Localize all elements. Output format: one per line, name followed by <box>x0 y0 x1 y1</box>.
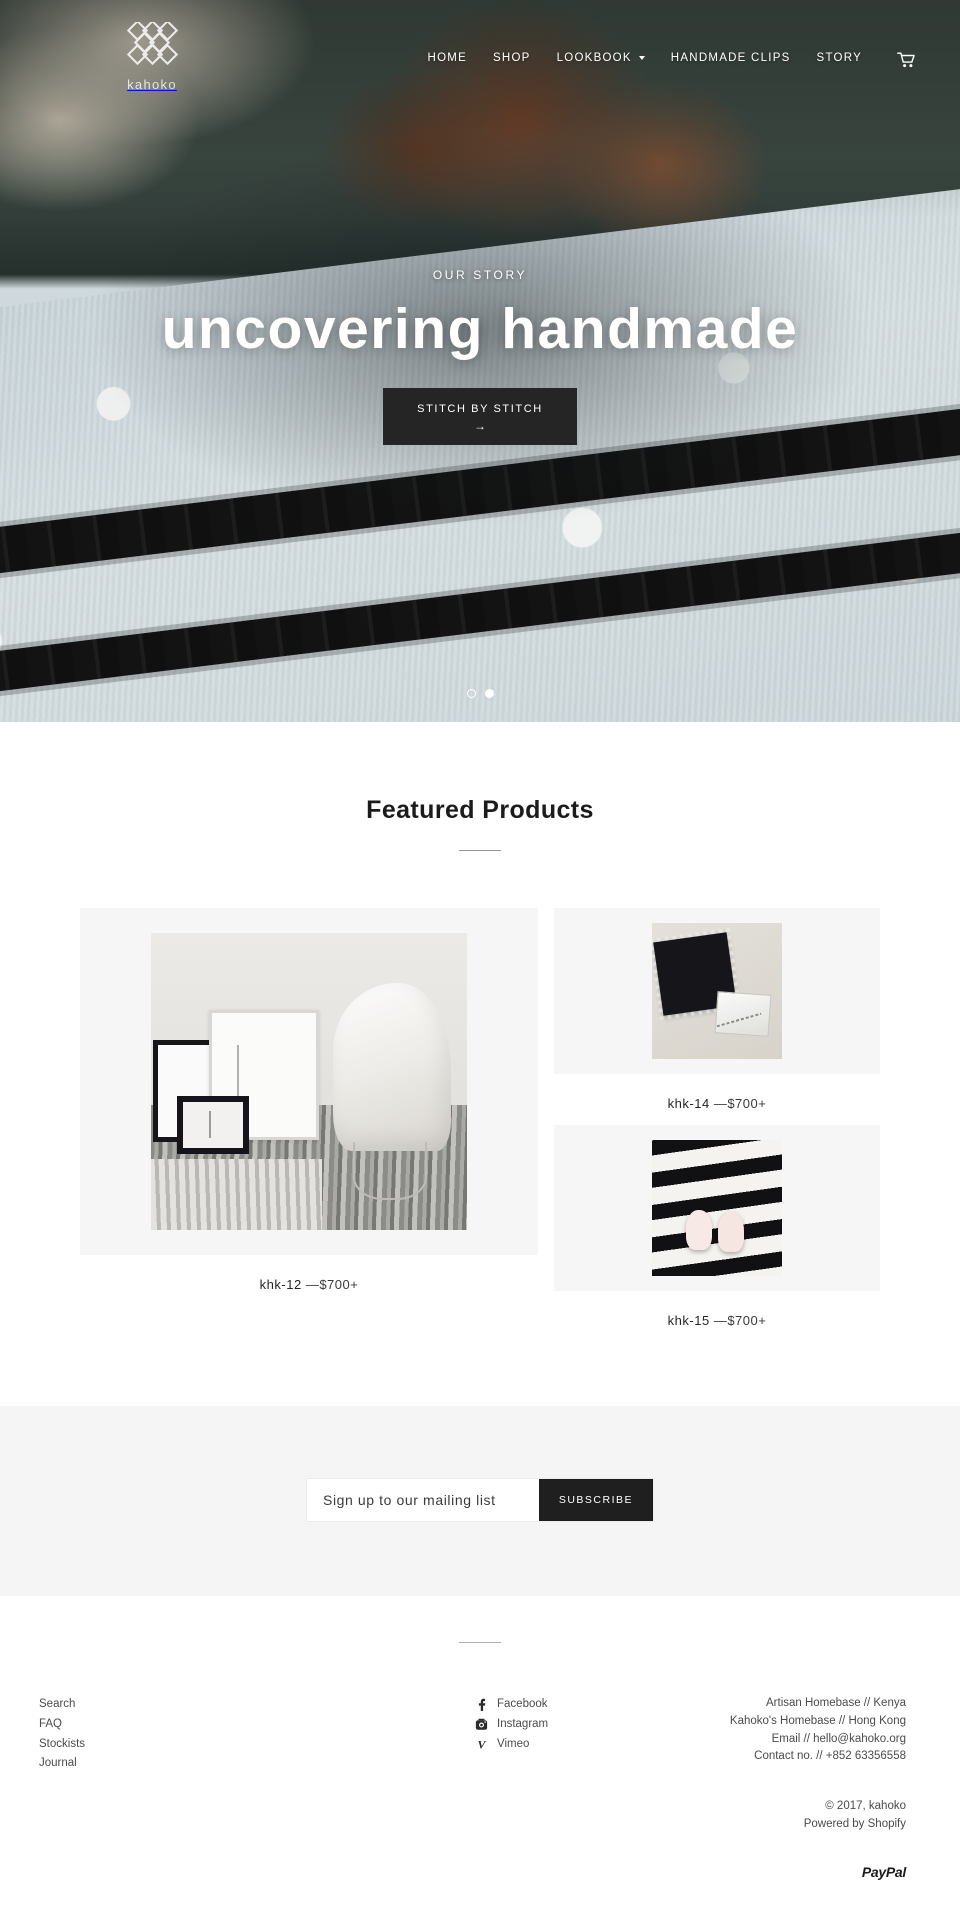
social-link-vimeo[interactable]: V Vimeo <box>475 1735 530 1755</box>
footer-link-search[interactable]: Search <box>39 1695 250 1715</box>
footer-link-journal[interactable]: Journal <box>39 1754 250 1774</box>
hero-eyebrow: OUR STORY <box>432 268 528 282</box>
footer-legal: © 2017, kahoko Powered by Shopify <box>30 1798 930 1834</box>
product-name: khk-14 <box>667 1096 710 1111</box>
payment-methods: PayPal <box>30 1864 930 1882</box>
facebook-icon <box>475 1698 488 1712</box>
nav-label: HANDMADE CLIPS <box>670 52 791 64</box>
contact-line-kahoko-homebase: Kahoko's Homebase // Hong Kong <box>729 1714 906 1727</box>
product-name: khk-15 <box>667 1313 710 1328</box>
vimeo-icon: V <box>475 1738 488 1751</box>
slider-dot-1[interactable] <box>466 689 476 698</box>
social-label: Vimeo <box>497 1737 530 1750</box>
footer-contact-column: Artisan Homebase // Kenya Kahoko's Homeb… <box>530 1695 930 1774</box>
hero-cta-label: STITCH BY STITCH <box>417 402 543 415</box>
footer-social-column: Facebook Instagram V Vimeo <box>250 1695 548 1774</box>
hero-slider: kahoko HOME SHOP LOOKBOOK HANDMADE CLIPS… <box>0 0 960 722</box>
nav-item-story[interactable]: STORY <box>804 46 875 70</box>
chevron-down-icon <box>638 56 645 60</box>
product-price: —$700+ <box>305 1277 359 1292</box>
shopping-cart-icon <box>897 52 915 68</box>
site-header: kahoko HOME SHOP LOOKBOOK HANDMADE CLIPS… <box>0 0 960 96</box>
nav-label: SHOP <box>493 52 531 64</box>
product-card-khk-12[interactable]: khk-12 —$700+ <box>80 908 538 1292</box>
social-link-facebook[interactable]: Facebook <box>475 1695 548 1715</box>
section-divider <box>459 850 501 851</box>
product-image-khk-15 <box>554 1125 880 1291</box>
slider-dot-2[interactable] <box>484 689 494 698</box>
paypal-logo: PayPal <box>861 1863 906 1880</box>
product-photo <box>652 1140 782 1276</box>
nav-label: HOME <box>427 52 468 64</box>
footer-link-stockists[interactable]: Stockists <box>39 1735 250 1755</box>
product-photo <box>151 933 467 1230</box>
product-card-khk-15[interactable]: khk-15 —$700+ <box>554 1125 880 1328</box>
footer-divider <box>459 1642 501 1643</box>
newsletter-form: SUBSCRIBE <box>306 1478 654 1522</box>
site-logo[interactable]: kahoko <box>98 22 206 92</box>
section-title: Featured Products <box>366 796 594 824</box>
newsletter-email-input[interactable] <box>307 1479 539 1521</box>
product-price: —$700+ <box>713 1313 767 1328</box>
instagram-icon <box>475 1718 488 1731</box>
product-price: —$700+ <box>713 1096 767 1111</box>
product-grid: khk-12 —$700+ khk-14 —$700+ khk-15 —$700… <box>80 908 880 1328</box>
product-image-khk-14 <box>554 908 880 1074</box>
product-card-khk-14[interactable]: khk-14 —$700+ <box>554 908 880 1111</box>
subscribe-button[interactable]: SUBSCRIBE <box>538 1479 653 1521</box>
powered-by-text: Powered by Shopify <box>803 1818 906 1831</box>
hero-title: uncovering handmade <box>161 297 799 361</box>
featured-products-section: Featured Products khk-12 —$700+ khk-14 —… <box>0 722 960 1406</box>
product-column-left: khk-12 —$700+ <box>80 908 538 1292</box>
nav-label: STORY <box>816 52 862 64</box>
homepage: kahoko HOME SHOP LOOKBOOK HANDMADE CLIPS… <box>0 0 960 1910</box>
hero-cta-button[interactable]: STITCH BY STITCH → <box>383 387 577 445</box>
copyright-text: © 2017, kahoko <box>825 1800 906 1813</box>
product-name: khk-12 <box>259 1277 302 1292</box>
logo-wordmark: kahoko <box>127 77 177 92</box>
product-column-right: khk-14 —$700+ khk-15 —$700+ <box>554 908 880 1328</box>
nav-item-lookbook[interactable]: LOOKBOOK <box>544 46 658 70</box>
footer-links-column: Search FAQ Stockists Journal <box>30 1695 250 1774</box>
hero-content: OUR STORY uncovering handmade STITCH BY … <box>0 268 960 445</box>
product-caption: khk-15 —$700+ <box>554 1291 880 1328</box>
arrow-right-icon: → <box>473 418 486 433</box>
product-caption: khk-14 —$700+ <box>554 1074 880 1111</box>
product-photo <box>652 923 782 1059</box>
cart-button[interactable] <box>889 48 924 68</box>
slider-pagination <box>0 689 960 698</box>
nav-item-shop[interactable]: SHOP <box>480 46 544 70</box>
diamond-lattice-logo-icon <box>126 22 179 66</box>
product-image-khk-12 <box>80 908 538 1255</box>
contact-line-artisan-homebase: Artisan Homebase // Kenya <box>766 1697 906 1709</box>
contact-line-phone: Contact no. // +852 63356558 <box>754 1750 906 1763</box>
product-caption: khk-12 —$700+ <box>80 1255 538 1292</box>
footer-link-faq[interactable]: FAQ <box>39 1715 250 1735</box>
site-footer: Search FAQ Stockists Journal Facebook In… <box>0 1596 960 1910</box>
svg-text:V: V <box>477 1738 486 1751</box>
main-navigation: HOME SHOP LOOKBOOK HANDMADE CLIPS STORY <box>415 22 930 70</box>
nav-label: LOOKBOOK <box>556 52 632 64</box>
nav-item-home[interactable]: HOME <box>415 46 481 70</box>
nav-item-handmade-clips[interactable]: HANDMADE CLIPS <box>658 46 804 70</box>
social-link-instagram[interactable]: Instagram <box>475 1715 548 1735</box>
contact-line-email: Email // hello@kahoko.org <box>771 1732 906 1745</box>
footer-columns: Search FAQ Stockists Journal Facebook In… <box>30 1695 930 1774</box>
newsletter-section: SUBSCRIBE <box>0 1406 960 1596</box>
